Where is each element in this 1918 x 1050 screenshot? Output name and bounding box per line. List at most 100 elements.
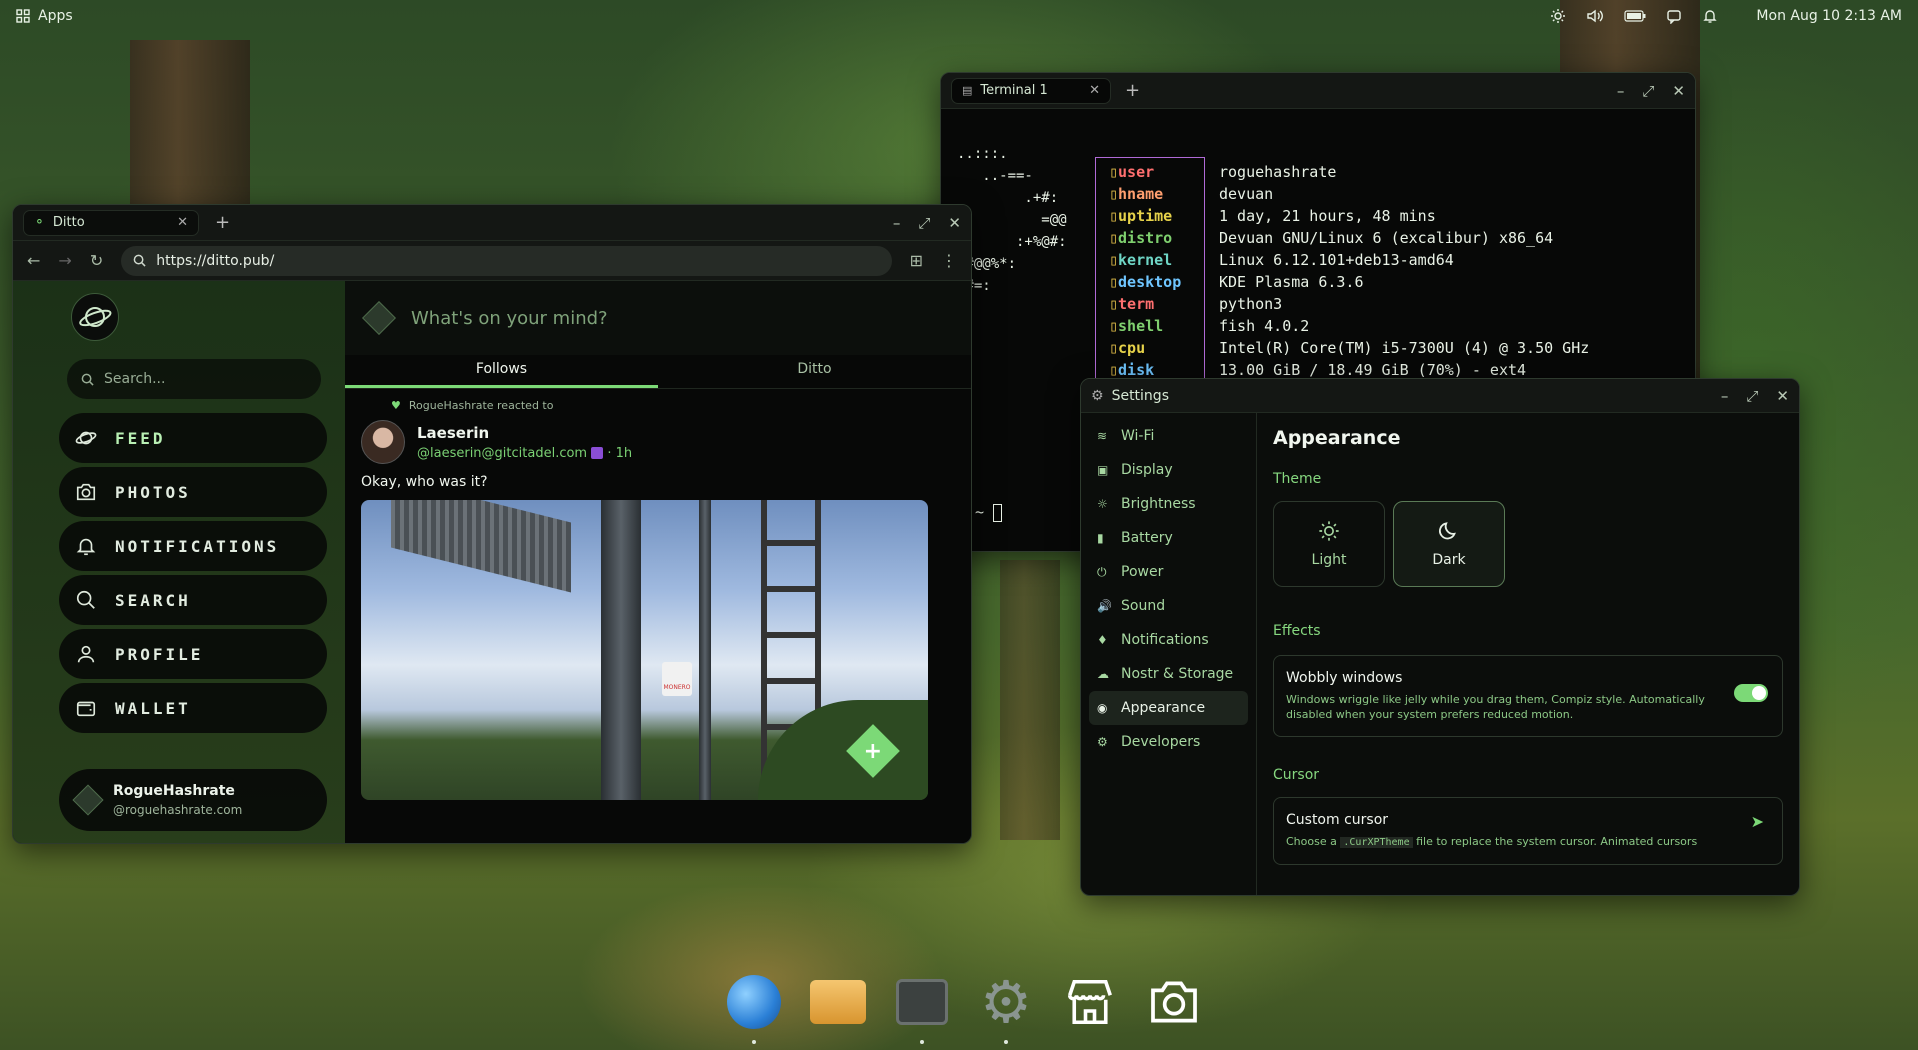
settings-nav-brightness[interactable]: ☼ Brightness (1089, 487, 1248, 521)
shell-prompt[interactable]: ~ (975, 501, 1003, 523)
terminal-icon[interactable] (892, 972, 952, 1044)
nav-label: FEED (115, 428, 166, 448)
avatar[interactable] (361, 420, 405, 464)
theme-dark-button[interactable]: Dark (1393, 501, 1505, 587)
browser-tab[interactable]: ⚬ Ditto ✕ (23, 209, 199, 236)
custom-cursor-setting[interactable]: Custom cursor Choose a .CurXPTheme file … (1273, 797, 1783, 865)
moon-icon (1439, 522, 1456, 540)
user-name: RogueHashrate (113, 783, 235, 799)
wobbly-windows-toggle[interactable] (1734, 684, 1768, 702)
settings-nav-label: Display (1121, 462, 1173, 478)
browser-globe-icon[interactable] (724, 972, 784, 1044)
plus-icon: + (863, 738, 883, 764)
sysinfo-key: cpu (1109, 337, 1219, 359)
tab-ditto[interactable]: Ditto (658, 355, 971, 388)
settings-gear-icon[interactable]: ⚙ (976, 972, 1036, 1044)
new-tab-icon[interactable]: + (1125, 80, 1140, 101)
new-tab-icon[interactable]: + (215, 212, 230, 233)
battery-icon[interactable] (1624, 10, 1646, 22)
terminal-titlebar[interactable]: ▤ Terminal 1 ✕ + – ⤢ ✕ (941, 73, 1695, 109)
settings-nav-power[interactable]: ⏻ Power (1089, 555, 1248, 589)
camera-icon[interactable] (1144, 972, 1204, 1032)
planet-logo-icon[interactable] (71, 293, 119, 341)
settings-nav-label: Battery (1121, 530, 1173, 546)
address-bar[interactable]: https://ditto.pub/ (121, 245, 892, 276)
maximize-icon[interactable]: ⤢ (1746, 387, 1758, 405)
settings-nav-label: Notifications (1121, 632, 1209, 648)
menu-icon[interactable]: ⋮ (941, 251, 957, 270)
forward-icon[interactable]: → (58, 251, 71, 270)
message-icon[interactable] (1666, 8, 1682, 24)
minimize-icon[interactable]: – (893, 214, 901, 232)
terminal-tab[interactable]: ▤ Terminal 1 ✕ (951, 77, 1111, 104)
maximize-icon[interactable]: ⤢ (918, 214, 930, 232)
settings-nav-nostr-storage[interactable]: ☁ Nostr & Storage (1089, 657, 1248, 691)
settings-window[interactable]: ⚙ Settings – ⤢ ✕ ≋ Wi-Fi ▣ Display ☼ Brightne… (1080, 378, 1800, 896)
bell-icon (75, 535, 97, 557)
terminal-output[interactable]: ..:::. ..-==- .+#: =@@ :+%@#: +#@@%*: @#… (941, 109, 1695, 522)
nav-label: SEARCH (115, 590, 191, 610)
maximize-icon[interactable]: ⤢ (1642, 82, 1654, 100)
bell-icon[interactable] (1702, 8, 1718, 24)
volume-icon[interactable] (1586, 8, 1604, 24)
back-icon[interactable]: ← (27, 251, 40, 270)
feed-post[interactable]: ♥ RogueHashrate reacted to Laeserin @lae… (345, 389, 971, 810)
clock[interactable]: Mon Aug 10 2:13 AM (1756, 8, 1902, 24)
theme-light-button[interactable]: Light (1273, 501, 1385, 587)
settings-nav-label: Wi-Fi (1121, 428, 1155, 444)
nav-item-notifications[interactable]: NOTIFICATIONS (59, 521, 327, 571)
tab-follows[interactable]: Follows (345, 355, 658, 388)
sysinfo-key: shell (1109, 315, 1219, 337)
sidebar-search-input[interactable]: Search... (67, 359, 321, 399)
store-icon[interactable] (1060, 972, 1120, 1032)
settings-titlebar[interactable]: ⚙ Settings – ⤢ ✕ (1081, 379, 1799, 413)
minimize-icon[interactable]: – (1617, 82, 1625, 100)
nav-item-feed[interactable]: FEED (59, 413, 327, 463)
close-icon[interactable]: ✕ (1776, 387, 1789, 405)
grid-icon (16, 9, 30, 23)
nav-item-wallet[interactable]: WALLET (59, 683, 327, 733)
setting-title: Custom cursor (1286, 812, 1389, 828)
nav-label: PHOTOS (115, 482, 191, 502)
ditto-feed: What's on your mind? Follows Ditto ♥ Rog… (345, 281, 971, 843)
compose-placeholder: What's on your mind? (411, 307, 608, 329)
close-icon[interactable]: ✕ (1672, 82, 1685, 100)
compose-box[interactable]: What's on your mind? (345, 281, 971, 355)
apps-launcher[interactable]: Apps (16, 8, 73, 24)
author-name[interactable]: Laeserin (417, 424, 632, 442)
post-author[interactable]: Laeserin @laeserin@gitcitadel.com · 1h (361, 420, 955, 464)
nav-item-profile[interactable]: PROFILE (59, 629, 327, 679)
sysinfo-row-desktop: desktopKDE Plasma 6.3.6 (1109, 271, 1589, 293)
sysinfo-value: roguehashrate (1219, 163, 1337, 181)
nav-item-search[interactable]: SEARCH (59, 575, 327, 625)
bell-icon: ♦ (1097, 633, 1108, 647)
theme-dark-label: Dark (1432, 552, 1466, 568)
close-tab-icon[interactable]: ✕ (1089, 83, 1100, 98)
current-user-card[interactable]: RogueHashrate @roguehashrate.com (59, 769, 327, 831)
settings-nav-notifications[interactable]: ♦ Notifications (1089, 623, 1248, 657)
browser-window[interactable]: ⚬ Ditto ✕ + – ⤢ ✕ ← → ↻ https://ditto.pu… (12, 204, 972, 844)
settings-nav-developers[interactable]: ⚙ Developers (1089, 725, 1248, 759)
install-app-icon[interactable]: ⊞ (910, 251, 923, 270)
planet-icon (75, 427, 97, 449)
post-image[interactable]: MONERO + (361, 500, 928, 800)
settings-nav-wi-fi[interactable]: ≋ Wi-Fi (1089, 419, 1248, 453)
minimize-icon[interactable]: – (1721, 387, 1729, 405)
feed-tabs: Follows Ditto (345, 355, 971, 389)
nav-item-photos[interactable]: PHOTOS (59, 467, 327, 517)
brightness-icon[interactable] (1550, 8, 1566, 24)
cursor-block (993, 503, 1003, 522)
cursor-pointer-icon[interactable]: ➤ (1751, 812, 1764, 831)
close-tab-icon[interactable]: ✕ (177, 215, 188, 230)
settings-nav-battery[interactable]: ▮ Battery (1089, 521, 1248, 555)
sysinfo-key: user (1109, 161, 1219, 183)
pole (601, 500, 641, 800)
dock: ⚙ (724, 972, 1204, 1044)
close-icon[interactable]: ✕ (948, 214, 961, 232)
settings-nav-appearance[interactable]: ◉ Appearance (1089, 691, 1248, 725)
folder-icon[interactable] (808, 972, 868, 1032)
browser-titlebar[interactable]: ⚬ Ditto ✕ + – ⤢ ✕ (13, 205, 971, 241)
settings-nav-display[interactable]: ▣ Display (1089, 453, 1248, 487)
settings-nav-sound[interactable]: 🔊 Sound (1089, 589, 1248, 623)
reload-icon[interactable]: ↻ (90, 251, 103, 270)
